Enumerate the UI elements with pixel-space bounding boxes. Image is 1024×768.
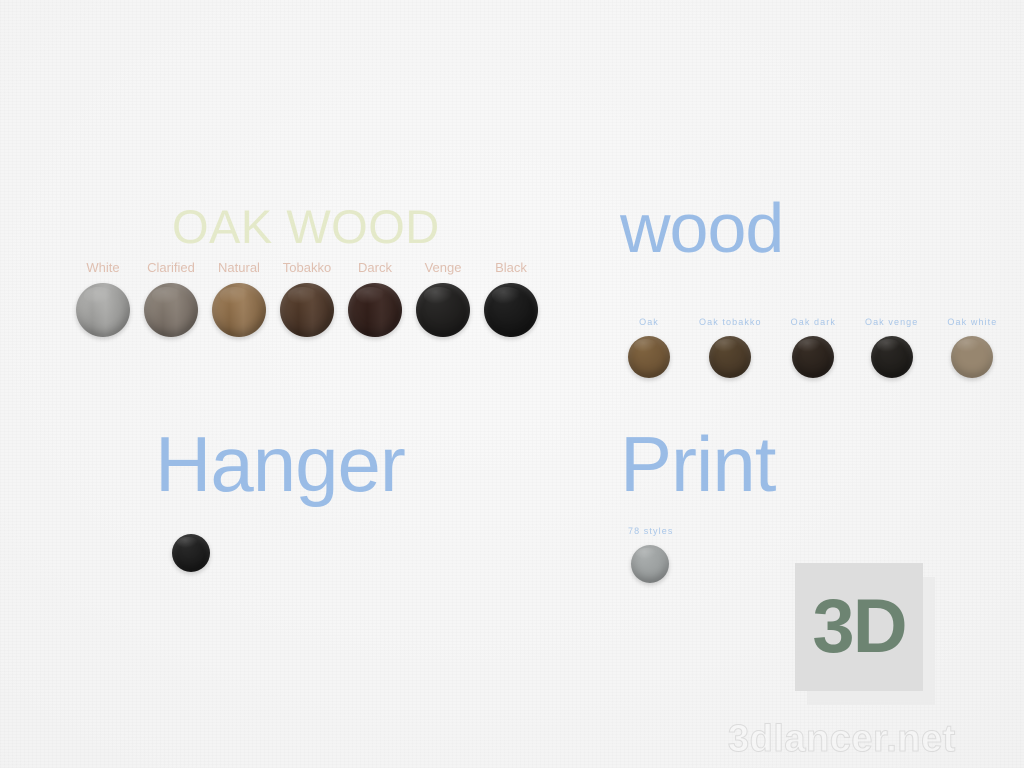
swatch-item-darck[interactable]: Darck (348, 261, 402, 337)
hanger-swatch-row (172, 534, 210, 572)
swatch-dot[interactable] (348, 283, 402, 337)
swatch-item-hanger-black[interactable] (172, 534, 210, 572)
section-oak-wood: OAK WOOD (172, 203, 440, 250)
swatch-dot[interactable] (951, 336, 994, 378)
swatch-dot[interactable] (484, 283, 538, 337)
swatch-dot[interactable] (280, 283, 334, 337)
swatch-item-oak-white[interactable]: Oak white (947, 318, 997, 378)
swatch-dot[interactable] (212, 283, 266, 337)
swatch-label: Oak tobakko (699, 317, 762, 327)
swatch-dot[interactable] (416, 283, 470, 337)
swatch-item-oak-tobakko[interactable]: Oak tobakko (699, 318, 762, 378)
swatch-label: Darck (358, 260, 392, 275)
swatch-dot[interactable] (631, 545, 669, 583)
swatch-dot[interactable] (144, 283, 198, 337)
swatch-dot[interactable] (870, 336, 913, 378)
print-swatch-row: 78 styles (628, 527, 673, 583)
swatch-item-print-styles[interactable]: 78 styles (628, 527, 673, 583)
swatch-label: White (86, 260, 120, 275)
swatch-label: Black (495, 260, 527, 275)
swatch-label: Oak venge (864, 317, 919, 327)
swatch-item-oak[interactable]: Oak (628, 318, 670, 378)
swatch-item-oak-venge[interactable]: Oak venge (865, 318, 918, 378)
swatch-item-natural[interactable]: Natural (212, 261, 266, 337)
swatch-item-clarified[interactable]: Clarified (144, 261, 198, 337)
swatch-dot[interactable] (709, 336, 752, 378)
hanger-heading: Hanger (155, 420, 406, 508)
swatch-item-venge[interactable]: Venge (416, 261, 470, 337)
print-heading: Print (620, 420, 776, 508)
swatch-label: Venge (424, 260, 462, 275)
material-swatch-board: OAK WOOD White Clarified Natural Tobakko… (0, 0, 1024, 768)
swatch-item-tobakko[interactable]: Tobakko (280, 261, 334, 337)
swatch-dot[interactable] (792, 336, 835, 378)
swatch-item-oak-dark[interactable]: Oak dark (791, 318, 836, 378)
swatch-label: Tobakko (282, 260, 332, 275)
swatch-dot[interactable] (172, 534, 210, 572)
wood-swatch-row: Oak Oak tobakko Oak dark Oak venge Oak w… (628, 318, 997, 378)
swatch-label: Oak white (947, 317, 998, 327)
logo-3d: 3D (795, 563, 940, 708)
section-wood: wood (620, 189, 784, 267)
logo-3d-text: 3D (812, 584, 907, 669)
swatch-dot[interactable] (628, 336, 670, 378)
wood-heading: wood (620, 189, 784, 267)
section-print: Print (620, 420, 776, 508)
swatch-label: Clarified (147, 260, 195, 275)
swatch-item-black[interactable]: Black (484, 261, 538, 337)
swatch-label-78-styles: 78 styles (628, 526, 674, 536)
swatch-label: Oak (639, 317, 659, 327)
swatch-label: Natural (218, 260, 260, 275)
section-hanger: Hanger (155, 420, 406, 508)
swatch-label: Oak dark (790, 317, 836, 327)
swatch-dot[interactable] (76, 283, 130, 337)
oak-wood-swatch-row: White Clarified Natural Tobakko Darck Ve… (76, 261, 538, 337)
oak-wood-heading: OAK WOOD (172, 200, 440, 253)
logo-front-square: 3D (795, 563, 923, 691)
swatch-item-white[interactable]: White (76, 261, 130, 337)
watermark-3dlancer: 3dlancer.net (728, 718, 956, 761)
